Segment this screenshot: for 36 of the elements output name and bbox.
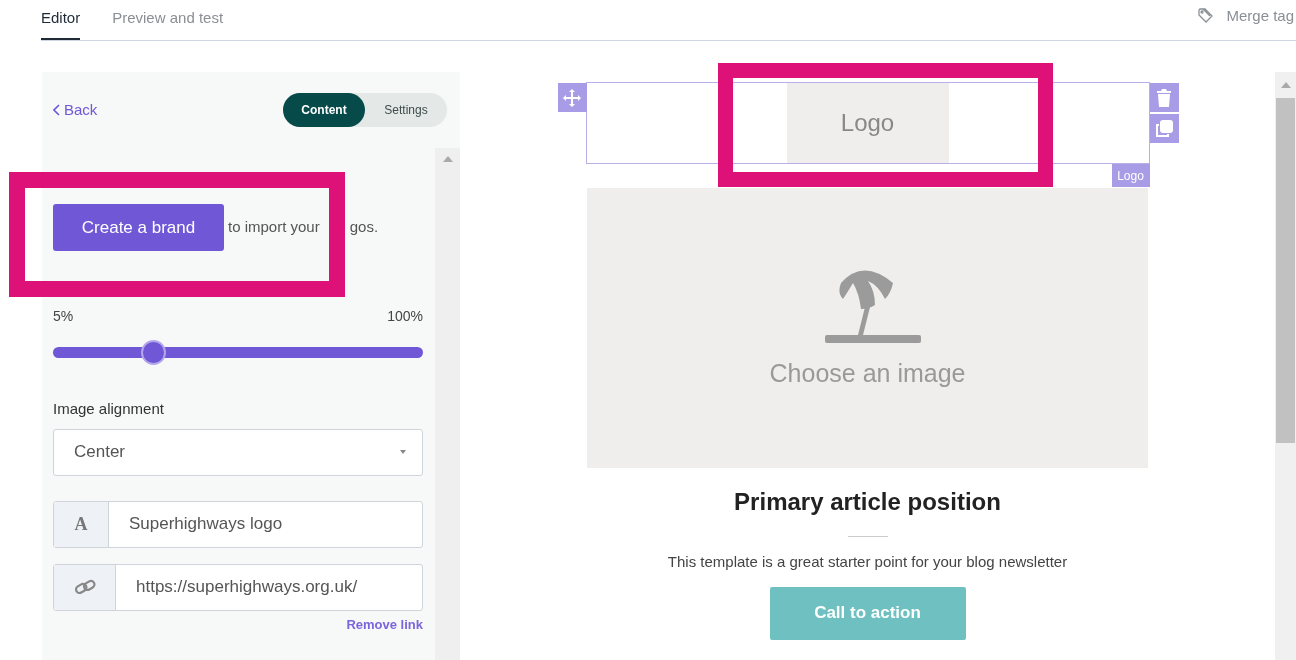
import-hint-text: to import your <box>228 217 320 238</box>
move-icon <box>563 88 581 107</box>
chevron-left-icon <box>53 104 60 116</box>
toggle-option[interactable]: Settings <box>365 93 447 127</box>
create-brand-button[interactable]: Create a brand <box>53 204 224 251</box>
editor-tab[interactable]: Preview and test <box>112 0 224 40</box>
scrollbar-thumb[interactable] <box>1276 98 1295 443</box>
canvas-scrollbar[interactable] <box>1275 72 1296 660</box>
panel-scrollbar[interactable] <box>435 148 460 660</box>
move-handle[interactable] <box>557 83 587 112</box>
block-label-tag: Logo <box>1111 164 1150 187</box>
alignment-select[interactable]: Center <box>53 428 423 476</box>
delete-button[interactable] <box>1149 83 1179 112</box>
link-field[interactable]: https://superhighways.org.uk/ <box>53 563 423 611</box>
duplicate-button[interactable] <box>1149 114 1179 143</box>
merge-tags-link[interactable]: Merge tag <box>1226 4 1294 28</box>
slider-thumb[interactable] <box>140 340 166 365</box>
trash-icon <box>1157 88 1171 107</box>
article-body-text: This template is a great starter point for your blog newsletter <box>667 552 1068 572</box>
article-heading: Primary article position <box>734 487 1001 517</box>
remove-link[interactable]: Remove link <box>346 614 423 634</box>
dropdown-caret-icon <box>400 450 406 454</box>
text-addon: A <box>54 501 109 547</box>
scroll-up-icon[interactable] <box>442 156 453 162</box>
back-link[interactable]: Back <box>53 98 98 122</box>
logo-placeholder[interactable]: Logo <box>786 83 949 163</box>
image-alignment-label: Image alignment <box>53 399 165 419</box>
slider-min-label: 5% <box>53 307 74 326</box>
alt-text-field[interactable]: A Superhighways logo <box>53 500 423 548</box>
link-icon <box>73 579 96 595</box>
toggle-option[interactable]: Content <box>283 93 365 127</box>
slider-max-label: 100% <box>387 307 423 326</box>
copy-icon <box>1155 119 1173 138</box>
import-hint-text: gos. <box>349 217 379 238</box>
editor-tab[interactable]: Editor <box>41 0 81 40</box>
scroll-up-icon[interactable] <box>1280 82 1291 88</box>
